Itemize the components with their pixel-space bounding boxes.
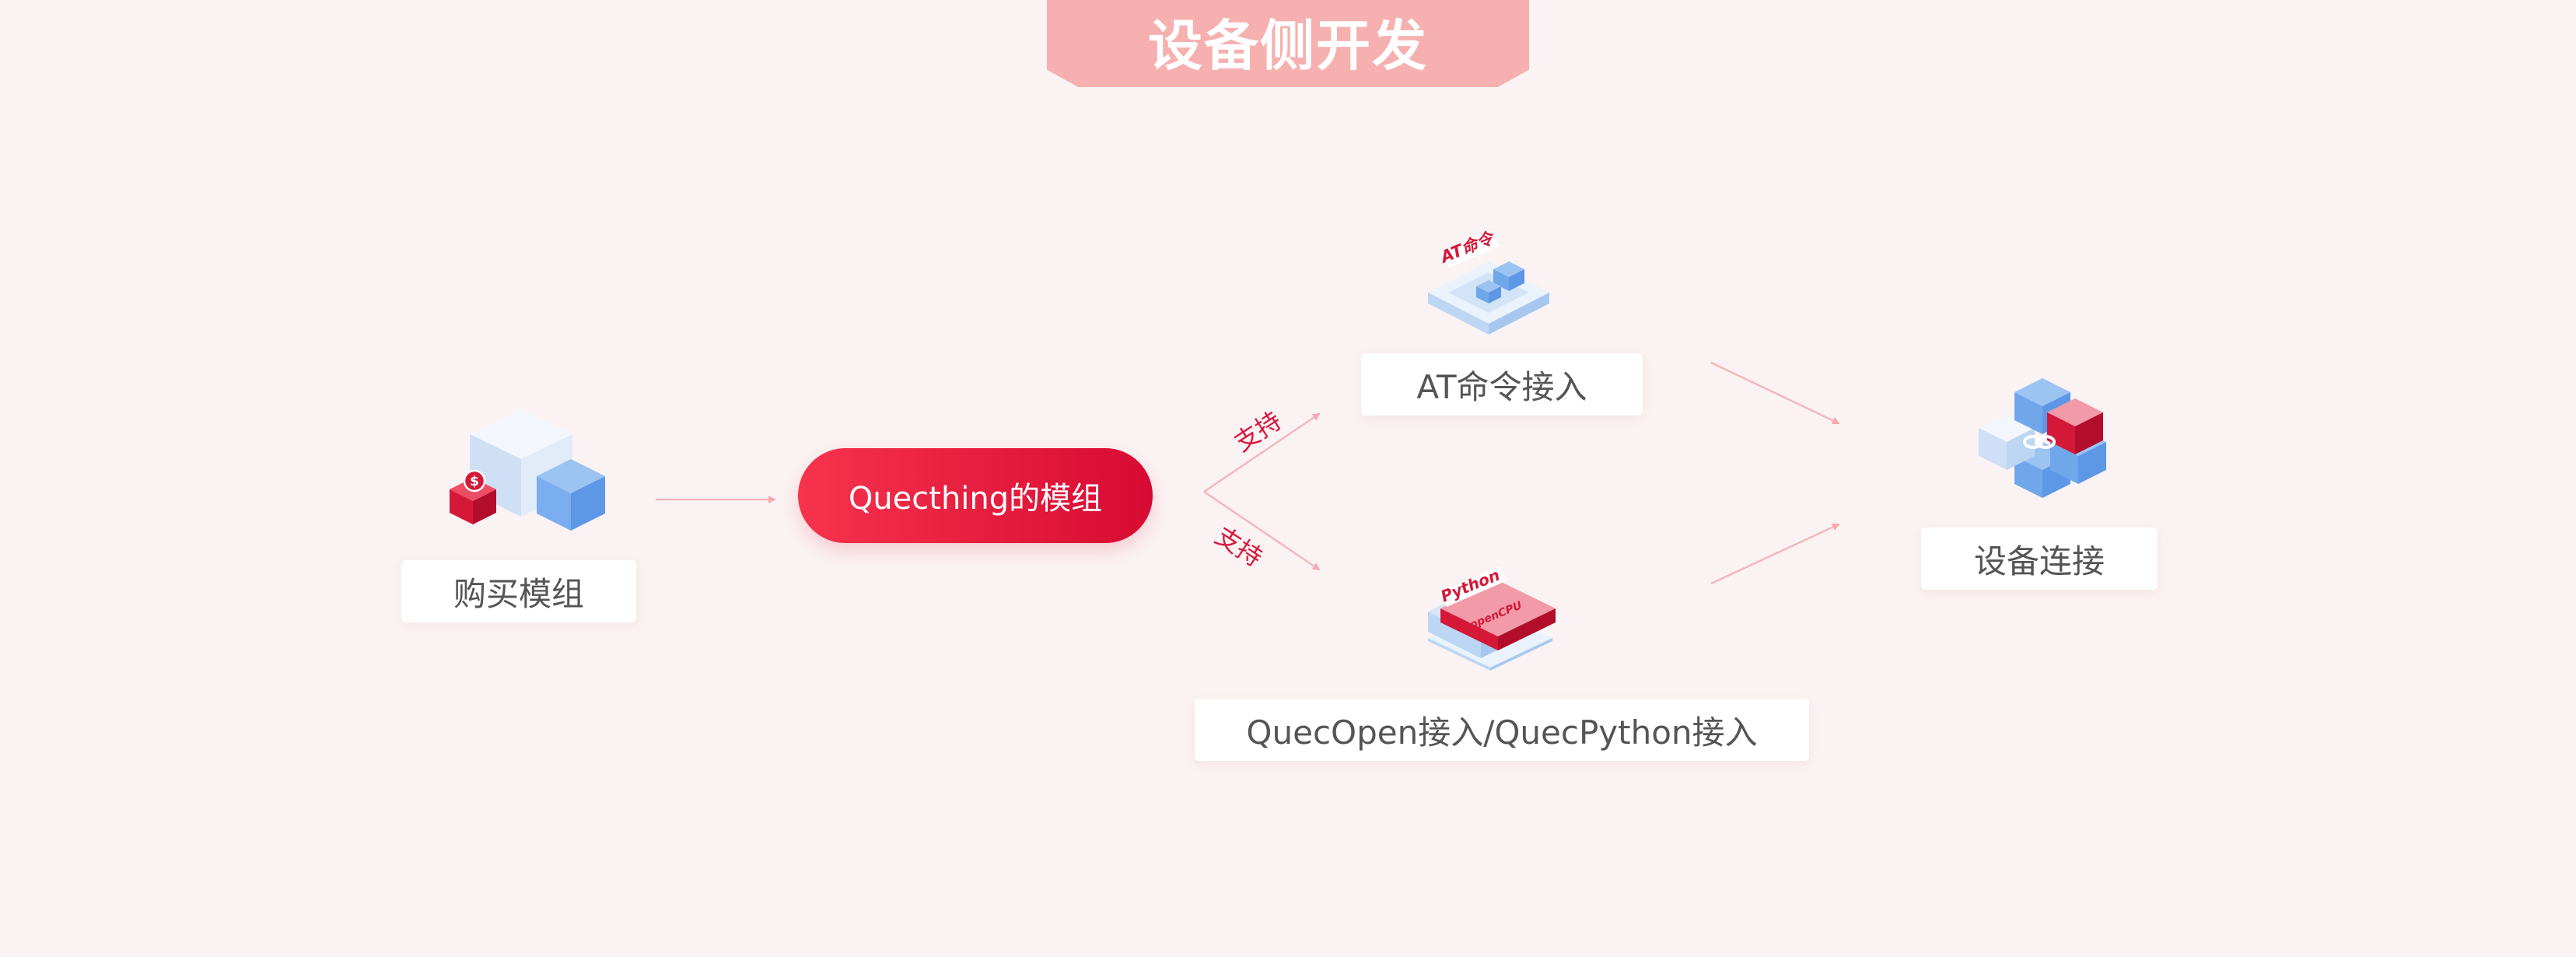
linked-cubes-icon [1979, 378, 2106, 498]
device-connect-card: 设备连接 [1921, 528, 2158, 590]
cubes-purchase-icon: $ [450, 409, 605, 531]
at-command-icon: AT命令 [1428, 228, 1549, 335]
quecthing-module-label: Quecthing的模组 [848, 481, 1103, 517]
quecopen-access-card: QuecOpen接入/QuecPython接入 [1195, 699, 1809, 761]
python-opencpu-icon: openCPU Python [1428, 566, 1556, 671]
svg-text:AT命令: AT命令 [1437, 228, 1498, 268]
device-connect-label: 设备连接 [1973, 542, 2105, 580]
quecthing-module-node: Quecthing的模组 [798, 448, 1153, 543]
connector-lines [656, 361, 1840, 585]
quecopen-access-label: QuecOpen接入/QuecPython接入 [1246, 713, 1758, 752]
buy-module-card: 购买模组 [401, 560, 636, 622]
at-access-label: AT命令接入 [1416, 367, 1587, 406]
arrow-quecopen-to-connect [1710, 523, 1840, 585]
at-access-card: AT命令接入 [1361, 353, 1643, 415]
svg-text:$: $ [470, 474, 479, 489]
buy-module-label: 购买模组 [453, 574, 584, 613]
arrow-at-to-connect [1710, 361, 1840, 425]
